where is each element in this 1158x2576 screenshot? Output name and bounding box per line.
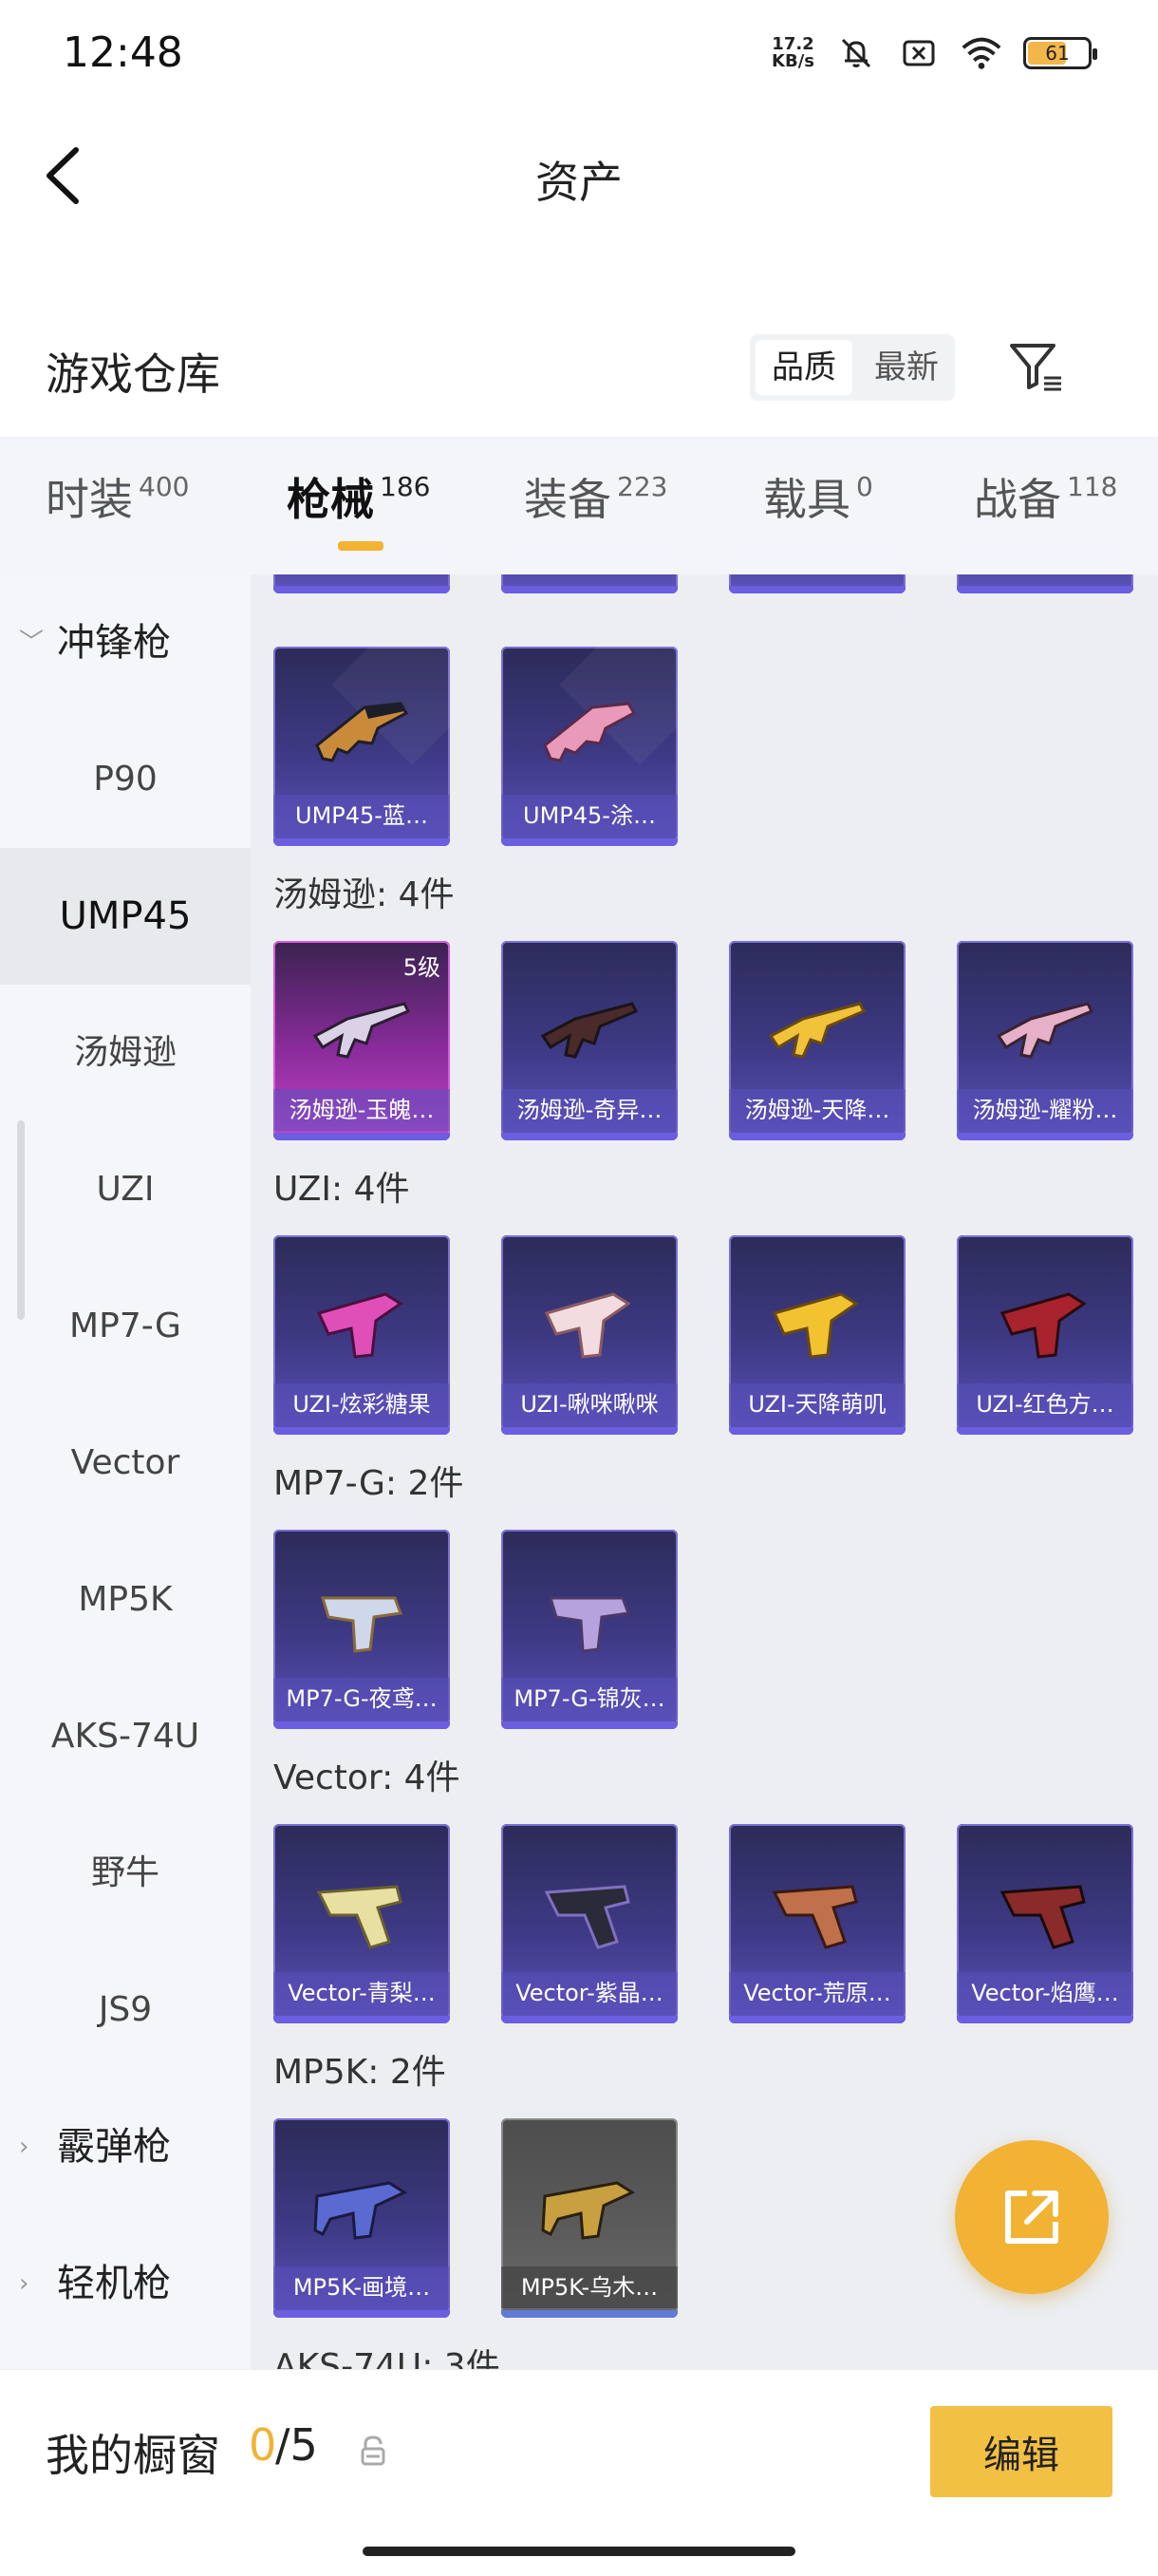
weapon-card[interactable]: UZI-啾咪啾咪	[501, 1235, 678, 1435]
wifi-icon	[961, 34, 1002, 72]
filter-icon	[1010, 344, 1061, 391]
gun-skin-image	[316, 1292, 403, 1359]
gun-skin-image	[543, 702, 637, 762]
sidebar-category-smg[interactable]: ﹀ 冲锋枪	[0, 574, 251, 711]
showcase-used-count: 0	[249, 2419, 277, 2471]
sort-quality-button[interactable]: 品质	[756, 340, 852, 395]
tab-vehicles[interactable]: 载具 0	[763, 465, 873, 528]
gun-skin-image	[999, 1292, 1087, 1359]
chevron-right-icon: ›	[19, 2269, 29, 2298]
tab-guns[interactable]: 枪械 186	[287, 465, 430, 528]
home-indicator[interactable]	[363, 2547, 795, 2556]
weapon-card[interactable]: Vector-青梨…	[273, 1824, 450, 2023]
weapon-card[interactable]: UZI-天降萌叽	[729, 1235, 906, 1435]
weapon-card[interactable]: MP7-G-锦灰…	[501, 1530, 678, 1729]
weapon-card[interactable]	[501, 574, 678, 593]
weapon-card[interactable]: Vector-焰鹰…	[957, 1824, 1133, 2023]
category-tabs: 时装 400 枪械 186 装备 223 载具 0 战备 118	[0, 437, 1158, 574]
active-tab-indicator	[338, 541, 383, 551]
sidebar-item-js9[interactable]: JS9	[0, 1942, 251, 2078]
sidebar-item-ump45[interactable]: UMP45	[0, 848, 251, 985]
warehouse-row: 游戏仓库 品质 最新	[0, 313, 1158, 427]
tab-fashion[interactable]: 时装 400	[46, 465, 189, 528]
net-speed: 17.2 KB/s	[772, 34, 814, 71]
gun-skin-image	[316, 1885, 402, 1949]
status-bar: 12:48 17.2 KB/s 61	[0, 0, 1158, 114]
weapon-card[interactable]: MP7-G-夜鸢…	[273, 1530, 450, 1729]
weapon-card[interactable]: Vector-紫晶…	[501, 1824, 678, 2023]
mute-bell-icon	[835, 34, 877, 72]
sidebar-category-shotgun[interactable]: › 霰弹枪	[0, 2078, 251, 2215]
sort-newest-button[interactable]: 最新	[858, 334, 955, 401]
tab-equipment[interactable]: 装备 223	[524, 465, 667, 528]
sidebar-item-bizon[interactable]: 野牛	[0, 1805, 251, 1942]
gun-skin-image	[320, 1596, 403, 1653]
gun-skin-image	[540, 1002, 639, 1059]
section-title-vector: Vector: 4件	[273, 1758, 460, 1797]
gun-skin-image	[999, 1885, 1086, 1949]
sidebar-item-aks74u[interactable]: AKS-74U	[0, 1668, 251, 1805]
gun-skin-image	[548, 1596, 631, 1653]
gun-skin-image	[544, 1292, 631, 1359]
sidebar-category-lmg[interactable]: › 轻机枪	[0, 2215, 251, 2352]
battery-icon: 61	[1023, 37, 1097, 69]
section-title-mp7g: MP7-G: 2件	[273, 1464, 464, 1503]
weapon-card[interactable]: UZI-炫彩糖果	[273, 1235, 450, 1435]
weapon-card[interactable]	[957, 574, 1133, 593]
gun-skin-image	[544, 1885, 630, 1949]
section-title-uzi: UZI: 4件	[273, 1170, 410, 1209]
sidebar-item-mp7g[interactable]: MP7-G	[0, 1258, 251, 1395]
chevron-right-icon: ›	[19, 2133, 29, 2161]
share-out-icon	[1005, 2191, 1058, 2244]
weapon-card[interactable]	[729, 574, 906, 593]
weapon-card[interactable]	[273, 574, 450, 593]
showcase-bar: 我的橱窗 0 /5 编辑	[0, 2369, 1158, 2576]
weapon-card[interactable]: UMP45-蓝…	[273, 647, 450, 846]
page-title: 资产	[535, 157, 623, 208]
gun-skin-image	[768, 1002, 867, 1059]
gun-skin-image	[541, 2181, 636, 2240]
gun-skin-image	[312, 1002, 411, 1059]
status-icons: 17.2 KB/s 61	[772, 34, 1097, 72]
app-header: 资产	[0, 114, 1158, 237]
status-time: 12:48	[63, 28, 183, 77]
weapon-card[interactable]: MP5K-画境…	[273, 2118, 450, 2318]
tab-supplies[interactable]: 战备 118	[974, 465, 1117, 528]
sidebar-item-vector[interactable]: Vector	[0, 1395, 251, 1532]
section-title-aks74u: AKS-74U: 3件	[273, 2347, 500, 2369]
weapon-card[interactable]: UMP45-涂…	[501, 647, 678, 846]
chevron-down-icon: ﹀	[19, 629, 45, 657]
weapon-card[interactable]: 汤姆逊-奇异…	[501, 941, 678, 1140]
sidebar-item-uzi[interactable]: UZI	[0, 1121, 251, 1258]
sidebar-item-mp5k[interactable]: MP5K	[0, 1532, 251, 1668]
weapon-card[interactable]: Vector-荒原…	[729, 1824, 906, 2023]
lock-icon	[361, 2435, 385, 2466]
warehouse-label: 游戏仓库	[46, 348, 220, 400]
level-badge: 5级	[402, 954, 440, 981]
gun-skin-image	[772, 1292, 859, 1359]
weapon-card[interactable]: 汤姆逊-耀粉…	[957, 941, 1133, 1140]
weapon-card[interactable]: 汤姆逊-天降…	[729, 941, 906, 1140]
gun-skin-image	[772, 1885, 858, 1949]
sidebar-item-p90[interactable]: P90	[0, 711, 251, 848]
edit-button[interactable]: 编辑	[930, 2406, 1112, 2497]
sort-toggle: 品质 最新	[750, 334, 955, 401]
weapon-card[interactable]: UZI-红色方…	[957, 1235, 1133, 1435]
gun-skin-image	[315, 702, 409, 762]
showcase-label: 我的橱窗	[46, 2430, 220, 2481]
weapon-card[interactable]: MP5K-乌木…	[501, 2118, 678, 2318]
section-title-thompson: 汤姆逊: 4件	[273, 875, 455, 914]
gun-skin-image	[313, 2181, 408, 2240]
gun-skin-image	[996, 1002, 1094, 1059]
filter-button[interactable]	[1006, 336, 1067, 397]
sidebar-scrollbar[interactable]	[17, 1120, 25, 1320]
share-button[interactable]	[955, 2140, 1109, 2294]
showcase-total: /5	[275, 2419, 318, 2471]
weapon-grid: UMP45-蓝… UMP45-涂… 汤姆逊: 4件 5级 汤姆逊-玉魄… 汤姆逊…	[251, 574, 1158, 2369]
sim-off-icon	[898, 34, 940, 72]
sidebar-item-thompson[interactable]: 汤姆逊	[0, 985, 251, 1121]
weapon-sidebar: ﹀ 冲锋枪 P90 UMP45 汤姆逊 UZI MP7-G Vector MP5…	[0, 574, 251, 2369]
section-title-mp5k: MP5K: 2件	[273, 2053, 446, 2092]
weapon-card[interactable]: 5级 汤姆逊-玉魄…	[273, 941, 450, 1140]
